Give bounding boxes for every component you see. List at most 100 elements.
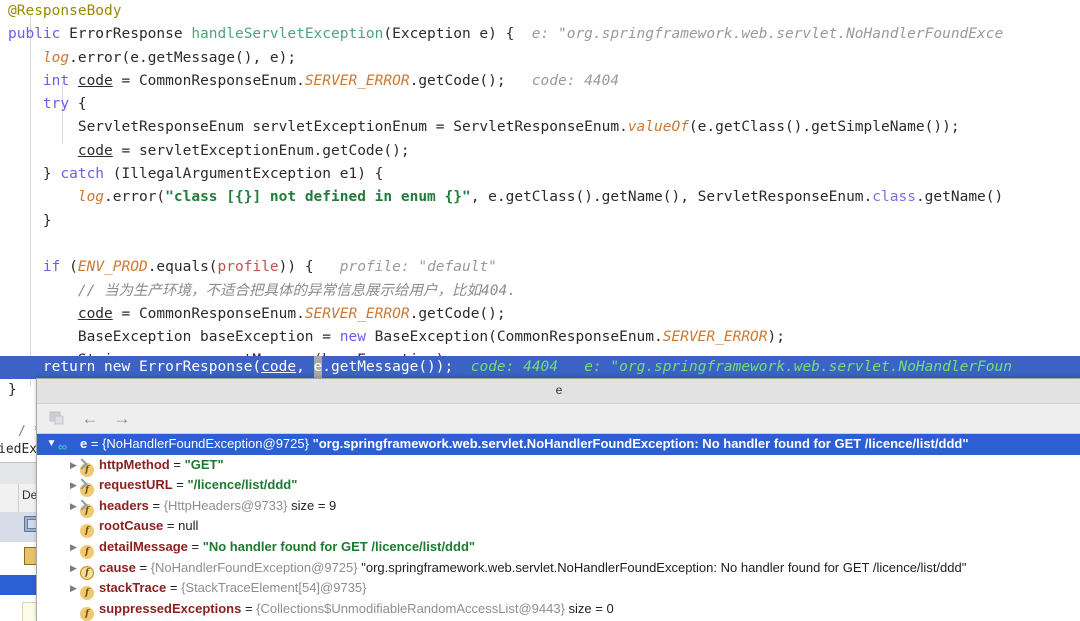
code-token: e: "org.springframework.web.servlet.NoHa… [514,26,1004,43]
code-line: log.error(e.getMessage(), e); [0,47,1080,70]
field-icon: f [80,606,94,621]
code-token: if [42,259,61,276]
variable-name: stackTrace [99,580,167,596]
arrow-right-icon[interactable]: → [113,410,131,427]
copy-frames-glyph [49,411,64,425]
variable-equals: = [241,600,257,616]
code-token: SERVER_ERROR [304,72,410,89]
code-token: code: 4404 [505,72,620,89]
variable-row[interactable]: f suppressedExceptions = {Collections$Unm… [37,599,1080,621]
variable-row[interactable]: ▼ ∞ e = {NoHandlerFoundException@9725} "or… [37,434,1080,455]
code-token: ( [60,259,78,276]
code-token: public [8,26,70,43]
variable-row[interactable]: ▶ f detailMessage = "No handler found for … [37,537,1080,559]
exec-line-mid: , [296,359,314,375]
code-line: } catch (IllegalArgumentException e1) { [0,163,1080,186]
variable-equals: = [163,518,179,534]
expand-arrow-right-icon[interactable]: ▶ [67,558,80,579]
twisty-placeholder [67,599,80,620]
code-line: if (ENV_PROD.equals(profile)) { profile:… [0,256,1080,279]
variable-row[interactable]: ▶ f headers = {HttpHeaders@9733} size = 9 [37,496,1080,518]
code-token: int [42,72,78,89]
variable-row[interactable]: ▶ f cause = {NoHandlerFoundException@9725}… [37,558,1080,580]
popup-toolbar[interactable]: ← → [37,404,1080,434]
code-token: .getCode(); [409,305,506,322]
code-token: log [42,49,70,66]
background-left-gutter [0,484,18,512]
exec-line-suffix: .getMessage()); [322,359,454,375]
code-token: code [77,305,113,322]
code-line: ServletResponseEnum servletExceptionEnum… [0,116,1080,139]
code-token: catch [60,166,105,183]
code-token: ServletResponseEnum servletExceptionEnum… [8,119,628,136]
code-token: ); [767,329,785,346]
exec-line-hint-e: e: "org.springframework.web.servlet.NoHa… [558,359,1012,375]
variable-meta: size = 9 [287,497,337,513]
code-token: .error(e.getMessage(), e); [69,49,297,66]
arrow-left-icon[interactable]: ← [81,410,99,427]
code-token: .error( [104,189,166,206]
code-line: // 当为生产环境，不适合把具体的异常信息展示给用户，比如404. [0,280,1080,303]
code-token: profile [217,259,279,276]
variable-equals: = [148,497,164,513]
code-token: "class [{}] not defined in enum {}" [165,189,471,206]
variable-equals: = [87,436,103,451]
code-token: code [77,72,113,89]
code-editor[interactable]: @ResponseBody public ErrorResponse handle… [0,0,1080,398]
expand-arrow-right-icon[interactable]: ▶ [67,537,80,558]
code-token: { [69,96,87,113]
expand-arrow-down-icon[interactable]: ▼ [45,434,58,455]
code-token: new [339,329,366,346]
code-token: @ResponseBody [8,3,122,19]
exec-line-caret: e [313,356,323,380]
current-execution-line[interactable]: return new ErrorResponse(code, e.getMess… [0,356,1080,380]
variable-row[interactable]: f rootCause = null [37,516,1080,539]
variable-name: suppressedExceptions [99,600,242,616]
code-token: )) { [278,259,314,276]
code-token: (e.getClass().getSimpleName()); [688,119,960,136]
code-token: = servletExceptionEnum.getCode(); [112,142,410,159]
code-token: , e.getClass().getName(), ServletRespons… [470,189,873,206]
twisty-placeholder [67,517,80,538]
variable-meta: "org.springframework.web.servlet.NoHandl… [357,559,967,575]
code-token: try [42,96,70,113]
variables-popup[interactable]: e ← → ▼ ∞ e = {NoHandlerFoundException@972… [36,378,1080,621]
code-token: BaseException(CommonResponseEnum. [365,329,663,346]
variable-value: "org.springframework.web.servlet.NoHandl… [308,436,969,451]
exec-line-prefix: return new ErrorResponse( [8,359,262,375]
popup-title-bar: e [37,379,1080,404]
copy-frames-icon[interactable] [49,410,67,427]
variable-object-ref: {StackTraceElement[54]@9735} [181,580,367,596]
code-token: = CommonResponseEnum. [112,305,305,322]
code-line: } [0,210,1080,233]
variable-equals: = [172,477,188,493]
background-column-divider [18,484,19,512]
variables-tree[interactable]: ▼ ∞ e = {NoHandlerFoundException@9725} "or… [37,434,1080,621]
variable-equals: = [135,559,151,575]
variable-name: detailMessage [99,538,188,554]
editor-code-lines: @ResponseBody public ErrorResponse handle… [0,0,1080,398]
code-token: (Exception e) { [383,26,515,43]
variable-equals: = [166,580,182,596]
code-line: code = CommonResponseEnum.SERVER_ERROR.g… [0,303,1080,326]
variable-meta: null [178,518,199,534]
exec-line-hint-code: code: 4404 [453,359,559,375]
expand-arrow-right-icon[interactable]: ▶ [67,578,80,599]
code-token: // 当为生产环境，不适合把具体的异常信息展示给用户，比如404. [77,282,516,299]
variable-row[interactable]: ▶ f stackTrace = {StackTraceElement[54]@97… [37,578,1080,601]
code-token: } [8,166,61,183]
code-line: log.error("class [{}] not defined in enu… [0,186,1080,209]
variable-row[interactable]: ▶ f httpMethod = "GET" [37,455,1080,477]
code-token: profile: "default" [313,259,497,276]
code-line: @ResponseBody [0,0,1080,23]
variable-value: "/licence/list/ddd" [187,477,298,493]
variable-row[interactable]: ▶ f requestURL = "/licence/list/ddd" [37,475,1080,498]
code-token: handleServletException [191,26,384,43]
code-token: valueOf [627,119,689,136]
